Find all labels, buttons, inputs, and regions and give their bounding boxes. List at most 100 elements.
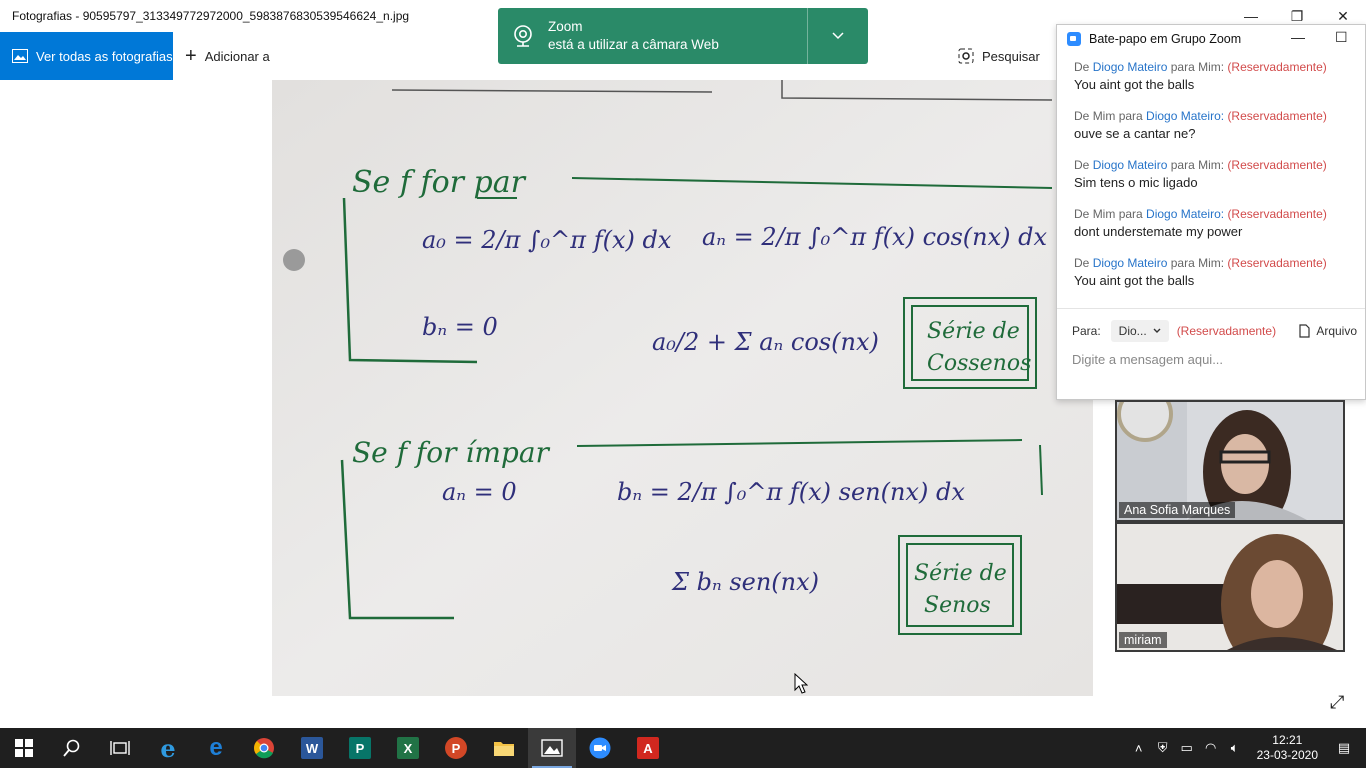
view-all-photos-button[interactable]: Ver todas as fotografias	[0, 32, 173, 80]
excel-button[interactable]: X	[384, 728, 432, 768]
security-shield-icon[interactable]: ⛨	[1151, 740, 1175, 756]
cosine-box-line1: Série de	[927, 319, 1020, 344]
edge-icon: e	[209, 734, 223, 761]
chat-message-to: Mim:	[1198, 158, 1225, 172]
folder-icon	[494, 742, 514, 756]
chat-minimize-button[interactable]: —	[1291, 29, 1305, 45]
publisher-button[interactable]: P	[336, 728, 384, 768]
acrobat-icon: A	[637, 737, 659, 759]
chrome-icon	[254, 738, 274, 759]
chrome-button[interactable]	[240, 728, 288, 768]
edge-button[interactable]: e	[192, 728, 240, 768]
volume-icon[interactable]: 🔈︎	[1223, 740, 1247, 756]
chat-message-privacy: (Reservadamente)	[1227, 207, 1327, 221]
sine-box-line1: Série de	[914, 561, 1007, 586]
zoom-app-button[interactable]	[576, 728, 624, 768]
add-to-button[interactable]: + Adicionar a	[185, 32, 270, 80]
zoom-chat-window: Bate-papo em Grupo Zoom — ☐ De Diogo Mat…	[1056, 24, 1366, 400]
chat-message-text: You aint got the balls	[1074, 273, 1195, 288]
zoom-icon	[589, 737, 611, 759]
chat-message-text: You aint got the balls	[1074, 77, 1195, 92]
video-tile-miriam[interactable]: miriam	[1115, 522, 1345, 652]
search-button[interactable]: Pesquisar	[958, 32, 1040, 80]
add-to-label: Adicionar a	[204, 48, 270, 64]
odd-heading: Se f for ímpar	[352, 436, 551, 469]
chat-message-to: Mim:	[1198, 256, 1225, 270]
clock-date: 23-03-2020	[1256, 748, 1318, 762]
clock-time: 12:21	[1272, 733, 1303, 747]
chat-message-mid: para	[1115, 207, 1147, 221]
chat-message-to[interactable]: Diogo Mateiro:	[1146, 207, 1224, 221]
participant-name: Ana Sofia Marques	[1119, 502, 1236, 518]
internet-explorer-button[interactable]: e	[144, 728, 192, 768]
chat-message-meta: De Diogo Mateiro para Mim: (Reservadamen…	[1074, 255, 1365, 271]
photo-viewer[interactable]: Se f for par a₀ = 2/π ∫₀^π f(x) dx aₙ = …	[272, 80, 1093, 696]
chat-message-input[interactable]	[1072, 348, 1352, 370]
visual-search-icon	[958, 48, 974, 64]
word-button[interactable]: W	[288, 728, 336, 768]
chevron-up-icon[interactable]: ˄	[1127, 741, 1151, 756]
chat-message-from[interactable]: Diogo Mateiro	[1093, 256, 1168, 270]
chevron-down-icon	[832, 32, 844, 40]
private-indicator: (Reservadamente)	[1176, 324, 1277, 338]
notifications-icon[interactable]: ▤	[1332, 740, 1356, 756]
sine-box-line2: Senos	[924, 593, 991, 618]
chat-message-text: Sim tens o mic ligado	[1074, 175, 1198, 190]
zoom-camera-notification[interactable]: Zoom está a utilizar a câmara Web	[498, 8, 868, 64]
to-label: Para:	[1072, 324, 1101, 338]
chat-message-prefix: De	[1074, 158, 1093, 172]
powerpoint-button[interactable]: P	[432, 728, 480, 768]
file-label: Arquivo	[1316, 324, 1357, 338]
chat-message-to[interactable]: Diogo Mateiro:	[1146, 109, 1224, 123]
task-view-button[interactable]	[96, 728, 144, 768]
start-button[interactable]	[0, 728, 48, 768]
sine-series-formula: Σ bₙ sen(nx)	[671, 568, 819, 596]
chat-message-meta: De Mim para Diogo Mateiro: (Reservadamen…	[1074, 206, 1365, 222]
chat-header: Bate-papo em Grupo Zoom — ☐	[1057, 25, 1365, 53]
window-title: Fotografias - 90595797_313349772972000_5…	[12, 9, 410, 23]
wifi-icon[interactable]: ◠	[1199, 740, 1223, 756]
taskbar-search-button[interactable]	[48, 728, 96, 768]
chat-message: De Diogo Mateiro para Mim: (Reservadamen…	[1074, 255, 1365, 291]
chat-maximize-button[interactable]: ☐	[1335, 29, 1348, 46]
chat-message-privacy: (Reservadamente)	[1227, 60, 1327, 74]
word-icon: W	[301, 737, 323, 759]
chat-message-mid: para	[1167, 256, 1199, 270]
photos-icon	[541, 739, 563, 757]
windows-logo-icon	[15, 739, 33, 757]
chat-message-text: ouve se a cantar ne?	[1074, 126, 1196, 141]
clock[interactable]: 12:21 23-03-2020	[1257, 733, 1318, 763]
chat-message: De Mim para Diogo Mateiro: (Reservadamen…	[1074, 108, 1365, 144]
chat-message-meta: De Diogo Mateiro para Mim: (Reservadamen…	[1074, 59, 1365, 75]
expand-icon[interactable]: ⤢	[1330, 692, 1344, 713]
notification-title: Zoom	[548, 19, 583, 34]
battery-icon[interactable]: ▭	[1175, 740, 1199, 756]
chat-message-privacy: (Reservadamente)	[1227, 109, 1327, 123]
acrobat-button[interactable]: A	[624, 728, 672, 768]
chat-message-prefix: De	[1074, 109, 1093, 123]
internet-explorer-icon: e	[160, 733, 176, 763]
participant-name: miriam	[1119, 632, 1167, 648]
recipient-row: Para: Dio... (Reservadamente) Arquivo	[1072, 319, 1357, 343]
video-tile-ana[interactable]: Ana Sofia Marques	[1115, 400, 1345, 522]
zoom-icon	[1067, 32, 1081, 46]
chevron-down-icon	[1153, 328, 1161, 333]
publisher-icon: P	[349, 737, 371, 759]
an-zero-formula: aₙ = 0	[442, 478, 517, 506]
cosine-box-line2: Cossenos	[927, 351, 1031, 376]
notification-message: está a utilizar a câmara Web	[548, 37, 719, 52]
chat-message-from[interactable]: Diogo Mateiro	[1093, 60, 1168, 74]
chat-message: De Diogo Mateiro para Mim: (Reservadamen…	[1074, 157, 1365, 193]
view-all-label: Ver todas as fotografias	[36, 48, 173, 64]
chat-message-prefix: De	[1074, 256, 1093, 270]
expand-notification-button[interactable]	[808, 32, 868, 40]
file-button[interactable]: Arquivo	[1299, 324, 1357, 338]
recipient-select[interactable]: Dio...	[1110, 320, 1169, 342]
chat-message-text: dont understemate my power	[1074, 224, 1243, 239]
file-explorer-button[interactable]	[480, 728, 528, 768]
chat-message-from[interactable]: Diogo Mateiro	[1093, 158, 1168, 172]
powerpoint-icon: P	[445, 737, 467, 759]
search-label: Pesquisar	[982, 48, 1040, 64]
photos-app-button[interactable]	[528, 728, 576, 768]
bn-formula: bₙ = 2/π ∫₀^π f(x) sen(nx) dx	[617, 478, 965, 506]
